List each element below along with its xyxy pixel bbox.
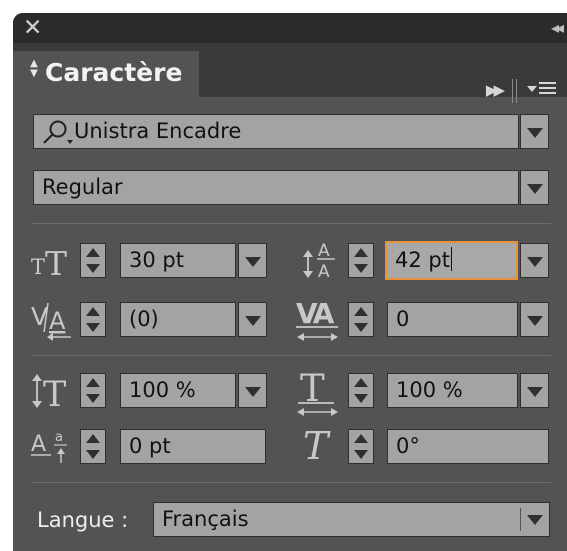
baseline-shift-value: 0 pt (129, 434, 171, 458)
language-separator (520, 508, 521, 531)
character-panel: ✕ ◂◂ ▲ ▼ Caractère ▶▶ Unistra Encadre Reg… (13, 13, 567, 551)
svg-text:VA: VA (296, 297, 335, 330)
horizontal-scale-field[interactable]: 100 % (387, 373, 518, 408)
font-size-dropdown[interactable] (238, 243, 267, 278)
tab-label: Caractère (45, 58, 183, 87)
font-style-dropdown[interactable] (520, 170, 549, 205)
baseline-shift-spinner[interactable] (80, 429, 106, 464)
font-style-field[interactable]: Regular (33, 170, 519, 205)
tracking-spinner[interactable] (348, 302, 374, 337)
divider-1 (31, 223, 551, 224)
font-size-value: 30 pt (129, 248, 184, 272)
kerning-dropdown[interactable] (238, 302, 267, 337)
vertical-scale-field[interactable]: 100 % (120, 373, 236, 408)
font-family-value: Unistra Encadre (74, 119, 242, 143)
leading-field[interactable]: 42 pt (385, 241, 518, 280)
tab-caractere[interactable]: ▲ ▼ Caractère (13, 51, 199, 97)
svg-text:A: A (49, 307, 66, 335)
tracking-icon: VA (296, 297, 338, 341)
leading-spinner[interactable] (348, 243, 374, 278)
tracking-dropdown[interactable] (520, 302, 549, 337)
svg-text:A: A (318, 241, 330, 261)
skew-icon: T (303, 424, 331, 468)
baseline-shift-field[interactable]: 0 pt (120, 429, 266, 464)
vertical-scale-spinner[interactable] (80, 373, 106, 408)
language-value: Français (162, 507, 249, 531)
font-style-value: Regular (42, 175, 123, 199)
leading-value: 42 pt (395, 248, 450, 272)
panel-menu-icon[interactable] (527, 77, 557, 101)
font-size-icon: T T (31, 244, 67, 283)
horizontal-scale-spinner[interactable] (348, 373, 374, 408)
tracking-field[interactable]: 0 (387, 302, 518, 337)
svg-text:a: a (55, 430, 63, 445)
fast-forward-icon[interactable]: ▶▶ (486, 81, 505, 99)
skew-spinner[interactable] (348, 429, 374, 464)
svg-text:A: A (31, 432, 46, 457)
skew-value: 0° (396, 434, 420, 458)
svg-text:T: T (31, 255, 45, 279)
collapse-panel-icon[interactable]: ◂◂ (551, 13, 564, 43)
baseline-shift-icon: A a (31, 430, 67, 463)
tab-separator (512, 79, 517, 103)
leading-icon: A A (303, 241, 335, 282)
leading-dropdown[interactable] (520, 243, 549, 278)
horizontal-scale-dropdown[interactable] (520, 373, 549, 408)
font-size-field[interactable]: 30 pt (120, 243, 236, 278)
font-size-spinner[interactable] (80, 243, 106, 278)
language-label: Langue : (37, 508, 129, 532)
kerning-field[interactable]: (0) (120, 302, 236, 337)
divider-3 (31, 482, 551, 483)
svg-text:T: T (43, 375, 66, 415)
svg-text:T: T (303, 424, 331, 468)
tracking-value: 0 (396, 307, 410, 331)
font-family-field[interactable]: Unistra Encadre (33, 114, 519, 149)
language-select[interactable]: Français (153, 502, 550, 537)
horizontal-scale-value: 100 % (396, 378, 463, 402)
svg-text:T: T (45, 244, 67, 283)
tab-arrows-icon: ▲ ▼ (30, 58, 38, 79)
dropdown-arrow-icon (527, 515, 543, 525)
font-family-dropdown[interactable] (520, 114, 549, 149)
panel-titlebar: ✕ ◂◂ (13, 13, 567, 43)
kerning-icon: V A (31, 302, 71, 341)
close-icon[interactable]: ✕ (23, 14, 42, 42)
panel-tabbar: ▲ ▼ Caractère ▶▶ (13, 43, 567, 103)
divider-2 (31, 355, 551, 356)
kerning-value: (0) (129, 307, 159, 331)
vertical-scale-value: 100 % (129, 378, 196, 402)
text-cursor (450, 247, 452, 271)
vertical-scale-icon: T (32, 374, 66, 415)
vertical-scale-dropdown[interactable] (238, 373, 267, 408)
skew-field[interactable]: 0° (387, 429, 549, 464)
kerning-spinner[interactable] (80, 302, 106, 337)
search-icon (43, 120, 73, 144)
svg-text:A: A (318, 262, 330, 282)
horizontal-scale-icon: T (297, 367, 338, 416)
